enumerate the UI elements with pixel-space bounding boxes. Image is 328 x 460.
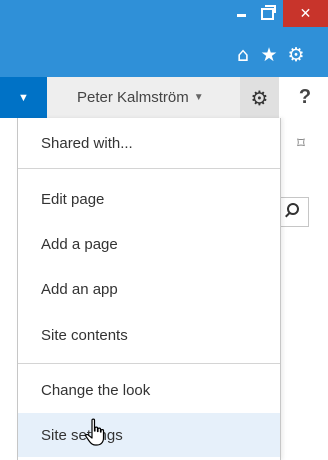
hand-pointer-cursor-icon [85, 418, 105, 446]
menu-item-edit-page[interactable]: Edit page [18, 177, 280, 221]
maximize-icon [260, 4, 276, 20]
user-menu[interactable]: Peter Kalmström ▼ [47, 77, 240, 118]
minimize-button[interactable] [228, 0, 254, 27]
menu-item-label: Add a page [41, 235, 118, 253]
window-titlebar: ✕ [0, 0, 328, 37]
menu-item-shared-with[interactable]: Shared with... [18, 118, 280, 168]
close-icon: ✕ [299, 5, 312, 22]
suite-bar: ▼ Peter Kalmström ▼ ⚙ ? [0, 77, 328, 118]
settings-gear-icon: ⚙ [250, 85, 269, 110]
focus-content-icon[interactable]: ⌑ [293, 135, 309, 151]
maximize-button[interactable] [254, 0, 280, 27]
menu-item-label: Shared with... [41, 134, 133, 152]
menu-item-site-contents[interactable]: Site contents [18, 313, 280, 357]
menu-divider [18, 363, 280, 364]
user-name: Peter Kalmström [77, 89, 189, 106]
menu-item-label: Edit page [41, 190, 105, 208]
chevron-down-icon: ▼ [193, 92, 204, 103]
menu-item-add-page[interactable]: Add a page [18, 222, 280, 266]
menu-item-site-settings[interactable]: Site settings [18, 413, 280, 457]
app-launcher-dropdown[interactable]: ▼ [0, 77, 47, 118]
tools-gear-icon[interactable]: ⚙ [284, 43, 308, 67]
menu-item-label: Site settings [41, 426, 123, 444]
chevron-down-icon: ▼ [18, 91, 29, 104]
help-button[interactable]: ? [290, 77, 320, 118]
home-icon[interactable]: ⌂ [231, 43, 255, 67]
close-button[interactable]: ✕ [283, 0, 328, 27]
favorites-star-icon[interactable]: ★ [257, 43, 281, 67]
menu-item-label: Add an app [41, 280, 118, 298]
search-button[interactable] [278, 197, 309, 227]
settings-menu: Shared with... Edit page Add a page Add … [17, 118, 281, 460]
help-icon: ? [298, 86, 312, 108]
browser-toolbar: ⌂ ★ ⚙ [0, 37, 328, 77]
menu-item-label: Site contents [41, 326, 128, 344]
minimize-icon [236, 14, 246, 17]
search-icon [287, 203, 299, 215]
settings-gear-button[interactable]: ⚙ [240, 77, 279, 118]
menu-divider [18, 168, 280, 169]
menu-item-add-app[interactable]: Add an app [18, 267, 280, 311]
menu-item-label: Change the look [41, 381, 151, 399]
menu-item-change-look[interactable]: Change the look [18, 368, 280, 412]
